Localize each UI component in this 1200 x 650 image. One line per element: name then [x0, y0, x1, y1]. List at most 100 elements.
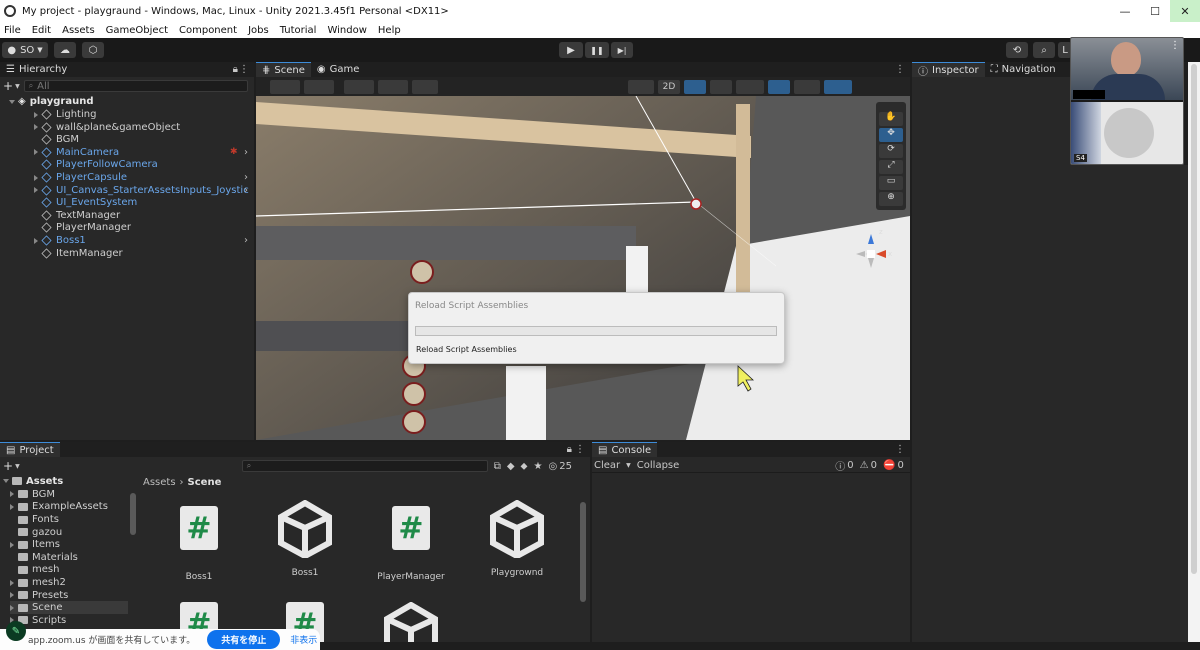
expand-arrow-icon[interactable] — [34, 174, 38, 181]
rotate-tool-icon[interactable]: ⟳ — [879, 144, 903, 158]
chevron-down-icon[interactable]: ▼ — [15, 83, 20, 90]
project-search-input[interactable]: ⌕ — [241, 460, 488, 472]
expand-arrow-icon[interactable] — [9, 99, 15, 104]
folder-row[interactable]: Scene — [10, 601, 128, 615]
account-button[interactable]: ● SO ▼ — [2, 42, 48, 58]
add-icon[interactable]: + — [3, 79, 13, 93]
lock-icon[interactable]: 🔒︎ — [233, 64, 238, 75]
expand-arrow-icon[interactable] — [10, 491, 14, 498]
folder-row[interactable]: Items — [10, 538, 60, 551]
expand-arrow-icon[interactable] — [34, 237, 38, 244]
favorites-icon[interactable]: ★ — [534, 461, 543, 472]
tab-navigation[interactable]: ⛶ Navigation — [985, 62, 1062, 77]
hierarchy-item[interactable]: UI_EventSystem — [34, 196, 137, 209]
visibility-toggle-icon[interactable] — [768, 80, 790, 94]
asset-item[interactable] — [366, 601, 456, 642]
expand-arrow-icon[interactable] — [34, 111, 38, 118]
collapse-button[interactable]: Collapse — [637, 460, 680, 471]
play-button[interactable]: ▶ — [559, 42, 583, 58]
menu-help[interactable]: Help — [374, 25, 408, 36]
hierarchy-item[interactable]: MainCamera › — [34, 146, 248, 159]
prefab-open-icon[interactable]: › — [244, 235, 248, 246]
cloud-button[interactable]: ☁ — [54, 42, 76, 58]
search-button[interactable]: ⌕ — [1033, 42, 1055, 58]
filter-label-icon[interactable]: ⬥ — [521, 461, 528, 472]
transform-tool-icon[interactable]: ⊕ — [879, 192, 903, 206]
scene-root-row[interactable]: ◈ playgraund — [9, 95, 93, 108]
menu-file[interactable]: File — [0, 25, 28, 36]
log-filter-icon[interactable]: ⛔ — [883, 460, 895, 471]
asset-item[interactable]: Playgrownd — [472, 499, 562, 578]
asset-item[interactable]: Boss1 — [260, 499, 350, 578]
increment-icon[interactable] — [412, 80, 438, 94]
folder-row[interactable]: Fonts — [10, 513, 59, 526]
draw-mode-icon[interactable] — [270, 80, 300, 94]
mode-2d-button[interactable]: 2D — [658, 80, 680, 94]
tab-inspector[interactable]: ⓘ Inspector — [912, 62, 985, 78]
prefab-open-icon[interactable]: › — [244, 147, 248, 158]
audio-toggle-icon[interactable] — [710, 80, 732, 94]
add-icon[interactable]: + — [3, 459, 13, 473]
menu-component[interactable]: Component — [175, 25, 244, 36]
hierarchy-item[interactable]: PlayerCapsule › — [34, 171, 248, 184]
warning-filter-icon[interactable]: ⚠ — [860, 460, 869, 471]
expand-arrow-icon[interactable] — [10, 579, 14, 586]
hierarchy-search-input[interactable]: ⌕ All — [23, 80, 248, 92]
tab-game[interactable]: ◉ Game — [311, 62, 366, 77]
expand-arrow-icon[interactable] — [10, 503, 14, 510]
folder-row[interactable]: ExampleAssets — [10, 501, 108, 514]
menu-assets[interactable]: Assets — [58, 25, 102, 36]
lighting-toggle-icon[interactable] — [684, 80, 706, 94]
hierarchy-item[interactable]: PlayerManager — [34, 221, 131, 234]
more-menu-icon[interactable]: ⋮ — [895, 64, 905, 75]
move-tool-icon[interactable]: ✥ — [879, 128, 903, 142]
folder-row[interactable]: Materials — [10, 551, 78, 564]
asset-item[interactable]: # Boss1 — [154, 500, 244, 582]
hide-button[interactable]: 非表示 — [290, 633, 317, 646]
hand-tool-icon[interactable]: ✋ — [879, 112, 903, 126]
error-filter-icon[interactable]: ⓘ — [835, 458, 845, 473]
filter-type-icon[interactable]: ◆ — [507, 461, 515, 472]
more-menu-icon[interactable]: ⋮ — [1170, 40, 1180, 51]
hierarchy-item[interactable]: TextManager — [34, 209, 120, 222]
breadcrumb-scene[interactable]: Scene — [188, 477, 222, 488]
menu-jobs[interactable]: Jobs — [244, 25, 276, 36]
screen-scrollbar[interactable] — [1188, 62, 1200, 642]
menu-gameobject[interactable]: GameObject — [102, 25, 175, 36]
asset-grid-scrollbar[interactable] — [580, 502, 586, 602]
menu-edit[interactable]: Edit — [28, 25, 58, 36]
orientation-gizmo[interactable]: x z — [846, 226, 896, 276]
more-menu-icon[interactable]: ⋮ — [239, 64, 249, 75]
chevron-down-icon[interactable]: ▼ — [626, 462, 631, 469]
grid-snap-icon[interactable] — [344, 80, 374, 94]
chevron-down-icon[interactable]: ▼ — [15, 463, 20, 470]
expand-arrow-icon[interactable] — [34, 124, 38, 131]
menu-tutorial[interactable]: Tutorial — [276, 25, 324, 36]
expand-arrow-icon[interactable] — [10, 592, 14, 599]
stop-share-button[interactable]: 共有を停止 — [207, 630, 281, 649]
breadcrumb-assets[interactable]: Assets — [143, 477, 176, 488]
tab-scene[interactable]: ⋕ Scene — [256, 62, 311, 77]
expand-arrow-icon[interactable] — [3, 479, 9, 484]
hierarchy-item[interactable]: UI_Canvas_StarterAssetsInputs_Joystic › — [34, 184, 249, 197]
step-button[interactable]: ▶| — [611, 42, 633, 58]
more-menu-icon[interactable]: ⋮ — [895, 444, 905, 455]
expand-arrow-icon[interactable] — [10, 604, 14, 611]
effects-toggle-icon[interactable] — [736, 80, 764, 94]
shading-mode-icon[interactable] — [628, 80, 654, 94]
search-settings-icon[interactable]: ⧉ — [494, 461, 501, 472]
history-button[interactable]: ⟲ — [1006, 42, 1028, 58]
screen-scrollbar-thumb[interactable] — [1191, 64, 1197, 574]
folder-row[interactable]: mesh — [10, 564, 59, 577]
expand-arrow-icon[interactable] — [34, 187, 38, 194]
hierarchy-item[interactable]: BGM — [34, 133, 79, 146]
folder-row[interactable]: mesh2 — [10, 576, 66, 589]
more-menu-icon[interactable]: ⋮ — [575, 444, 585, 455]
scene-view[interactable]: ✋ ✥ ⟳ ⤢ ▭ ⊕ x z — [256, 96, 910, 440]
folder-row[interactable]: BGM — [10, 488, 55, 501]
snap-increment-icon[interactable] — [378, 80, 408, 94]
hierarchy-item[interactable]: ItemManager — [34, 247, 123, 260]
rect-tool-icon[interactable]: ▭ — [879, 176, 903, 190]
camera-settings-icon[interactable] — [794, 80, 820, 94]
pause-button[interactable]: ❚❚ — [585, 42, 609, 58]
